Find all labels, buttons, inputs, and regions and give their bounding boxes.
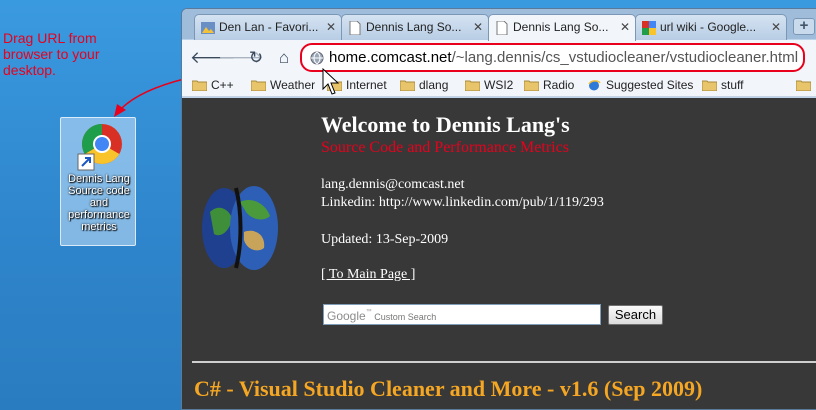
- bookmarks-bar: C++ Weather Internet dlang WSI2 Radio Su…: [182, 75, 816, 97]
- url-host: home.comcast.net: [329, 49, 452, 66]
- tab-dennis-lang-1[interactable]: Dennis Lang So... ✕: [341, 14, 489, 40]
- search-button[interactable]: Search: [608, 305, 663, 325]
- bookmark-label: stuff: [721, 78, 744, 92]
- page-favicon: [349, 21, 361, 35]
- mouse-cursor-icon: [322, 68, 340, 95]
- bookmark-cpp[interactable]: C++: [190, 78, 234, 92]
- close-icon[interactable]: ✕: [326, 20, 336, 34]
- new-tab-button[interactable]: +: [793, 18, 815, 35]
- chrome-shortcut-icon: [77, 124, 122, 171]
- bookmark-label: Suggested Sites: [606, 78, 694, 92]
- bookmark-label: WSI2: [484, 78, 514, 92]
- drag-instruction-annotation: Drag URL from browser to your desktop.: [3, 30, 100, 78]
- contact-linkedin: Linkedin: http://www.linkedin.com/pub/1/…: [321, 195, 604, 210]
- bookmark-label: Radio: [543, 78, 575, 92]
- section-title: C# - Visual Studio Cleaner and More - v1…: [194, 376, 703, 401]
- globe-icon: [310, 51, 324, 65]
- google-custom-search-input[interactable]: Google™ Custom Search: [323, 304, 601, 325]
- bookmark-label: C++: [211, 78, 234, 92]
- chrome-browser-window: Den Lan - Favori... ✕ Dennis Lang So... …: [181, 8, 816, 410]
- bookmark-wsi2[interactable]: WSI2: [463, 78, 513, 92]
- tab-label: Den Lan - Favori...: [219, 20, 319, 34]
- page-title: Welcome to Dennis Lang's: [321, 112, 570, 137]
- bookmark-label: Internet: [346, 78, 387, 92]
- tab-url-wiki-google[interactable]: url wiki - Google... ✕: [635, 14, 787, 40]
- folder-icon: [400, 80, 415, 91]
- google-favicon: [642, 21, 656, 35]
- bookmark-suggested-sites[interactable]: Suggested Sites: [585, 78, 693, 92]
- main-page-link[interactable]: [ To Main Page ]: [321, 267, 415, 283]
- folder-icon: [192, 80, 207, 91]
- contact-email: lang.dennis@comcast.net: [321, 177, 465, 192]
- folder-icon: [251, 80, 266, 91]
- tab-label: url wiki - Google...: [660, 20, 757, 34]
- forward-arrow-icon[interactable]: 🡒: [218, 48, 264, 68]
- reload-icon[interactable]: ↻: [246, 48, 266, 68]
- google-brand-text: Google: [327, 309, 366, 323]
- folder-icon: [796, 80, 811, 91]
- tab-den-lan-favorites[interactable]: Den Lan - Favori... ✕: [194, 14, 342, 40]
- page-subtitle: Source Code and Performance Metrics: [321, 139, 569, 156]
- bookmark-dlang[interactable]: dlang: [398, 78, 448, 92]
- section-divider: [192, 361, 816, 363]
- tab-label: Dennis Lang So...: [366, 20, 462, 34]
- bookmark-radio[interactable]: Radio: [522, 78, 574, 92]
- url-path: /~lang.dennis/cs_vstudiocleaner/vstudioc…: [451, 49, 799, 66]
- navigation-toolbar: 🡐 🡒 ↻ ⌂ home.comcast.net/~lang.dennis/cs…: [182, 40, 816, 75]
- search-placeholder: Custom Search: [374, 312, 437, 322]
- home-icon[interactable]: ⌂: [274, 48, 294, 68]
- bookmark-weather[interactable]: Weather: [249, 78, 315, 92]
- bookmark-label: dlang: [419, 78, 449, 92]
- close-icon[interactable]: ✕: [473, 20, 483, 34]
- web-page-content: Welcome to Dennis Lang's Source Code and…: [182, 98, 816, 409]
- url-address-bar[interactable]: home.comcast.net/~lang.dennis/cs_vstudio…: [300, 43, 805, 72]
- photo-favicon: [201, 22, 215, 34]
- bookmark-label: Weather: [270, 78, 316, 92]
- close-icon[interactable]: ✕: [620, 20, 630, 34]
- bookmark-stuff[interactable]: stuff: [700, 78, 743, 92]
- url-text: home.comcast.net/~lang.dennis/cs_vstudio…: [329, 49, 798, 66]
- updated-date: Updated: 13-Sep-2009: [321, 232, 449, 247]
- page-favicon: [496, 21, 508, 35]
- ie-icon: [588, 80, 601, 91]
- back-arrow-icon[interactable]: 🡐: [190, 48, 236, 68]
- tab-label: Dennis Lang So...: [513, 20, 609, 34]
- tab-dennis-lang-active[interactable]: Dennis Lang So... ✕: [488, 14, 636, 41]
- desktop-shortcut[interactable]: Dennis Lang Source code and performance …: [60, 117, 136, 246]
- folder-icon: [702, 80, 717, 91]
- tab-strip: Den Lan - Favori... ✕ Dennis Lang So... …: [182, 9, 816, 41]
- folder-icon: [524, 80, 539, 91]
- globe-image: [202, 186, 278, 270]
- close-icon[interactable]: ✕: [771, 20, 781, 34]
- folder-icon: [465, 80, 480, 91]
- shortcut-label: Dennis Lang Source code and performance …: [68, 173, 130, 233]
